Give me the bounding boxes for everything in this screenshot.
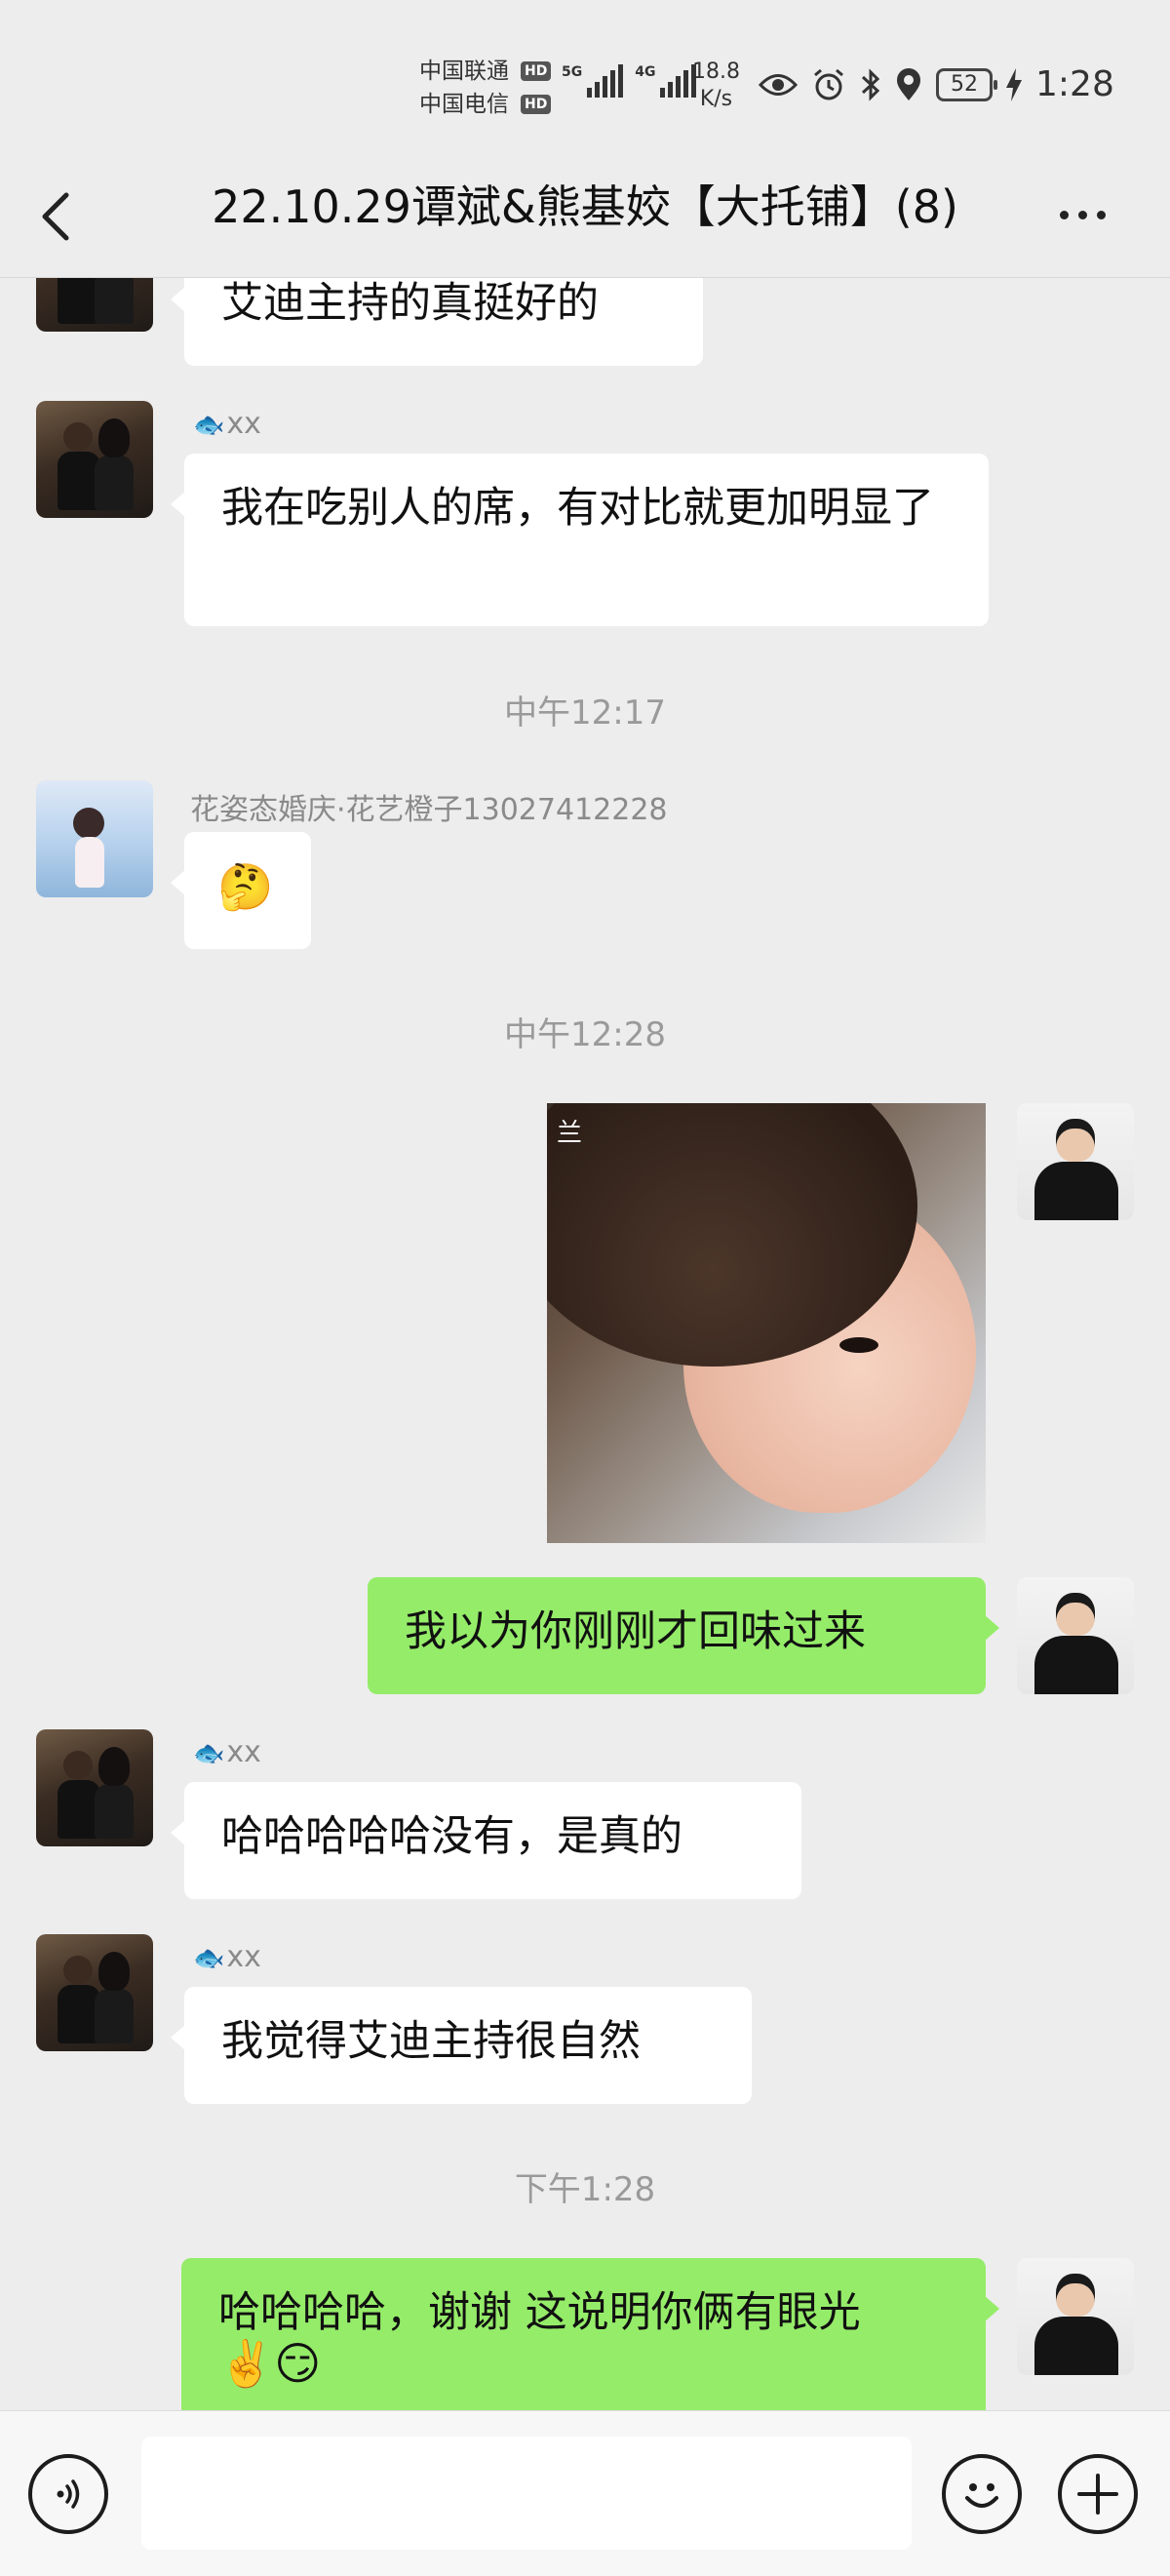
- more-functions-button[interactable]: [1058, 2454, 1138, 2534]
- status-time: 1:28: [1035, 64, 1114, 104]
- more-button[interactable]: [1053, 195, 1112, 234]
- carrier-2: 中国电信: [419, 92, 509, 117]
- fish-icon: 🐟: [193, 411, 225, 440]
- message-bubble[interactable]: 我在吃别人的席，有对比就更加明显了: [171, 454, 989, 626]
- avatar[interactable]: [36, 401, 153, 518]
- avatar-self[interactable]: [1017, 1103, 1134, 1220]
- sender-name: 花姿态婚庆·花艺橙子13027412228: [190, 793, 668, 827]
- speed-value: 18.8: [692, 59, 740, 84]
- avatar[interactable]: [36, 780, 153, 897]
- carrier-1: 中国联通: [419, 59, 509, 84]
- avatar-self[interactable]: [1017, 1577, 1134, 1694]
- fish-icon: 🐟: [193, 1739, 225, 1768]
- message-bubble[interactable]: 艾迪主持的真挺好的: [171, 278, 703, 366]
- thinking-emoji: 🤔: [217, 860, 274, 913]
- timestamp: 中午12:28: [504, 1015, 666, 1054]
- input-bar: [0, 2410, 1170, 2576]
- emoji-button[interactable]: [942, 2454, 1022, 2534]
- hd-badge: HD: [521, 61, 552, 81]
- sender-name: 🐟xx: [193, 1940, 261, 1974]
- more-dots-icon: [1059, 210, 1069, 219]
- timestamp: 下午1:28: [514, 2170, 656, 2209]
- signal-indicators: 5G 4G: [562, 64, 697, 98]
- signal-5g-icon: 5G: [562, 64, 624, 98]
- message-bubble[interactable]: 我觉得艾迪主持很自然: [171, 1987, 752, 2104]
- bluetooth-icon: [861, 67, 880, 101]
- fish-icon: 🐟: [193, 1944, 225, 1973]
- status-icons: 52 1:28: [759, 64, 1114, 104]
- back-chevron-icon: [42, 192, 69, 241]
- avatar[interactable]: [36, 1729, 153, 1846]
- charging-icon: [1006, 67, 1022, 101]
- message-input[interactable]: [141, 2437, 912, 2550]
- avatar[interactable]: [36, 1934, 153, 2051]
- status-bar: 中国联通 HD 中国电信 HD 5G 4G 18.8 K/s 52 1:28: [0, 0, 1170, 156]
- message-text: 哈哈哈哈，谢谢 这说明你俩有眼光: [218, 2288, 861, 2337]
- message-list[interactable]: 艾迪主持的真挺好的 🐟xx 我在吃别人的席，有对比就更加明显了 中午12:17 …: [0, 278, 1170, 2410]
- eye-icon: [759, 73, 798, 96]
- location-icon: [897, 67, 920, 100]
- timestamp: 中午12:17: [504, 694, 666, 733]
- network-speed: 18.8 K/s: [692, 59, 740, 113]
- chat-header: 22.10.29谭斌&熊基姣【大托铺】(8): [0, 156, 1170, 278]
- message-bubble[interactable]: 哈哈哈哈哈没有，是真的: [171, 1782, 801, 1899]
- alarm-icon: [814, 68, 843, 99]
- signal-4g-icon: 4G: [635, 64, 697, 98]
- carrier-info: 中国联通 HD 中国电信 HD: [419, 55, 552, 121]
- message-bubble[interactable]: 🤔: [171, 832, 311, 949]
- voice-button[interactable]: [28, 2454, 108, 2534]
- avatar-self[interactable]: [1017, 2258, 1134, 2375]
- hd-badge: HD: [521, 95, 552, 114]
- image-message[interactable]: 兰: [547, 1103, 986, 1543]
- sender-name: 🐟xx: [193, 407, 261, 441]
- voice-icon: [57, 2479, 80, 2509]
- plus-icon: [1077, 2474, 1118, 2515]
- message-bubble-self[interactable]: 我以为你刚刚才回味过来: [368, 1577, 999, 1694]
- avatar[interactable]: [36, 278, 153, 332]
- emoji-text: ✌️😏: [218, 2337, 322, 2390]
- battery-icon: 52: [936, 67, 997, 101]
- back-button[interactable]: [29, 179, 98, 254]
- image-watermark: 兰: [557, 1119, 583, 1148]
- chat-title: 22.10.29谭斌&熊基姣【大托铺】(8): [212, 180, 958, 233]
- message-bubble-self[interactable]: 哈哈哈哈，谢谢 这说明你俩有眼光 ✌️😏: [181, 2258, 999, 2410]
- speed-unit: K/s: [699, 87, 733, 111]
- sender-name: 🐟xx: [193, 1735, 261, 1769]
- smiley-icon: [965, 2483, 998, 2508]
